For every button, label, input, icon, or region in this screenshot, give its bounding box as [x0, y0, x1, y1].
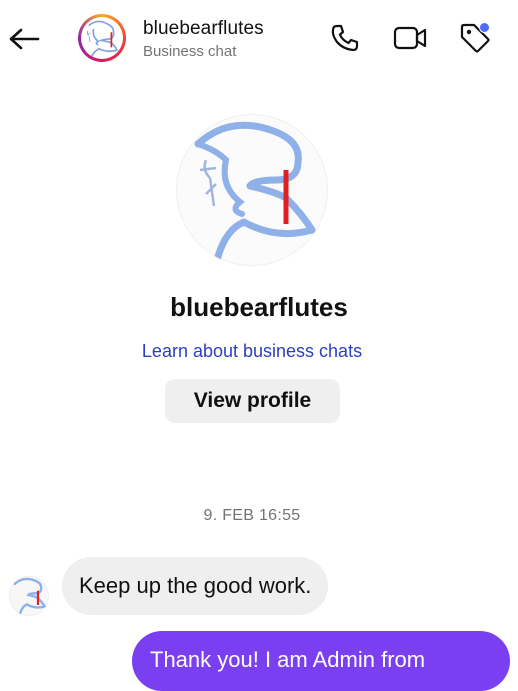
- view-profile-button[interactable]: View profile: [165, 379, 340, 423]
- phone-icon: [331, 24, 359, 52]
- arrow-left-icon: [9, 28, 40, 50]
- header-avatar[interactable]: [78, 14, 126, 62]
- dinosaur-logo-icon: [86, 20, 118, 59]
- dinosaur-logo-icon: [13, 577, 47, 616]
- header-subtitle: Business chat: [143, 43, 237, 60]
- learn-about-business-chats-link[interactable]: Learn about business chats: [0, 341, 504, 362]
- notification-dot: [479, 22, 490, 33]
- profile-avatar[interactable]: [176, 114, 328, 266]
- sender-avatar[interactable]: [9, 576, 49, 616]
- video-call-button[interactable]: [392, 20, 428, 56]
- back-button[interactable]: [6, 22, 42, 56]
- labels-button[interactable]: [457, 20, 493, 56]
- outgoing-message-bubble[interactable]: Thank you! I am Admin from: [132, 631, 510, 691]
- header-username[interactable]: bluebearflutes: [143, 18, 264, 40]
- video-camera-icon: [393, 26, 427, 50]
- voice-call-button[interactable]: [327, 20, 363, 56]
- incoming-message-bubble[interactable]: Keep up the good work.: [62, 557, 329, 615]
- message-timestamp: 9. FEB 16:55: [203, 507, 301, 524]
- profile-username: bluebearflutes: [170, 292, 348, 322]
- chat-header: bluebearflutes Business chat: [0, 0, 518, 80]
- dinosaur-logo-icon: [194, 121, 316, 266]
